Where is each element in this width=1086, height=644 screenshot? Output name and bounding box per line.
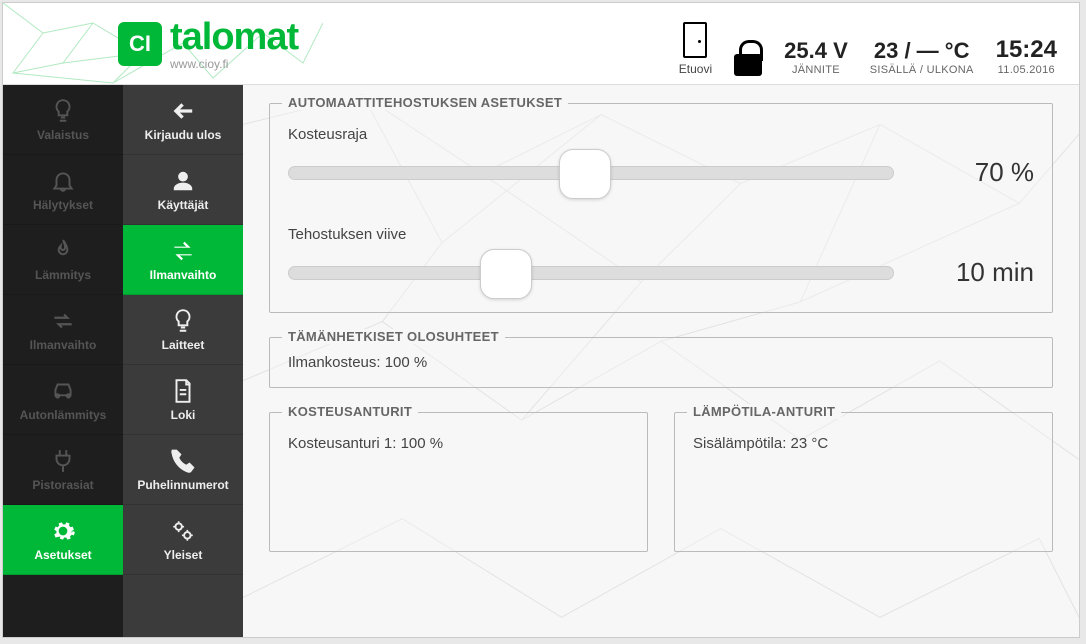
flame-icon <box>50 238 76 264</box>
door-status[interactable]: Etuovi <box>679 22 712 76</box>
humidity-sensor-1: Kosteusanturi 1: 100 % <box>288 435 629 452</box>
nav-label: Valaistus <box>37 128 89 142</box>
plug-icon <box>50 448 76 474</box>
slider-label: Kosteusraja <box>288 126 1034 143</box>
panel-auto-boost: AUTOMAATTITEHOSTUKSEN ASETUKSET Kosteusr… <box>269 103 1053 313</box>
nav-lammitys[interactable]: Lämmitys <box>3 225 123 295</box>
nav-devices[interactable]: Laitteet <box>123 295 243 365</box>
header: CI talomat www.cioy.fi Etuovi 25.4 V JÄN… <box>3 3 1079 85</box>
lock-status[interactable] <box>734 46 762 76</box>
nav-ilmanvaihto-left[interactable]: Ilmanvaihto <box>3 295 123 365</box>
sidebar-col-main: Valaistus Hälytykset Lämmitys Ilmanvaiht… <box>3 85 123 637</box>
slider-thumb[interactable] <box>559 149 611 199</box>
slider-track-humidity[interactable] <box>288 166 894 180</box>
nav-label: Ilmanvaihto <box>150 268 217 282</box>
temp-value: 23 / — °C <box>874 40 970 62</box>
nav-label: Autonlämmitys <box>20 408 107 422</box>
time-value: 15:24 <box>996 38 1057 62</box>
bulb-icon <box>50 98 76 124</box>
bulb-icon <box>170 308 196 334</box>
current-humidity: Ilmankosteus: 100 % <box>288 354 1034 371</box>
panel-title: TÄMÄNHETKISET OLOSUHTEET <box>282 329 505 344</box>
nav-log[interactable]: Loki <box>123 365 243 435</box>
arrow-left-icon <box>170 98 196 124</box>
nav-label: Ilmanvaihto <box>30 338 97 352</box>
logo-badge: CI <box>118 22 162 66</box>
document-icon <box>170 378 196 404</box>
panel-humidity-sensors: KOSTEUSANTURIT Kosteusanturi 1: 100 % <box>269 412 648 552</box>
voltage-label: JÄNNITE <box>792 64 840 76</box>
time-date: 11.05.2016 <box>998 64 1055 76</box>
slider-track-delay[interactable] <box>288 266 894 280</box>
nav-valaistus[interactable]: Valaistus <box>3 85 123 155</box>
gear-icon <box>50 518 76 544</box>
nav-label: Pistorasiat <box>32 478 93 492</box>
nav-pistorasiat[interactable]: Pistorasiat <box>3 435 123 505</box>
slider-delay: Tehostuksen viive 10 min <box>288 226 1034 288</box>
nav-label: Käyttäjät <box>158 198 209 212</box>
nav-label: Asetukset <box>34 548 91 562</box>
slider-value: 70 % <box>934 157 1034 188</box>
logo-text: talomat <box>170 16 298 59</box>
lock-icon <box>734 54 762 76</box>
slider-humidity: Kosteusraja 70 % <box>288 126 1034 188</box>
slider-thumb[interactable] <box>480 249 532 299</box>
nav-label: Lämmitys <box>35 268 91 282</box>
nav-autonlammitys[interactable]: Autonlämmitys <box>3 365 123 435</box>
panel-title: KOSTEUSANTURIT <box>282 404 418 419</box>
phone-icon <box>170 448 196 474</box>
door-icon <box>683 22 707 58</box>
voltage-value: 25.4 V <box>784 40 848 62</box>
panel-title: AUTOMAATTITEHOSTUKSEN ASETUKSET <box>282 95 568 110</box>
body: Valaistus Hälytykset Lämmitys Ilmanvaiht… <box>3 85 1079 637</box>
temp-label: SISÄLLÄ / ULKONA <box>870 64 974 76</box>
bell-icon <box>50 168 76 194</box>
app-window: CI talomat www.cioy.fi Etuovi 25.4 V JÄN… <box>2 2 1080 638</box>
nav-label: Puhelinnumerot <box>137 478 228 492</box>
car-icon <box>50 378 76 404</box>
slider-label: Tehostuksen viive <box>288 226 1034 243</box>
slider-value: 10 min <box>934 257 1034 288</box>
nav-asetukset[interactable]: Asetukset <box>3 505 123 575</box>
nav-ilmanvaihto[interactable]: Ilmanvaihto <box>123 225 243 295</box>
gears-icon <box>170 518 196 544</box>
cycle-icon <box>50 308 76 334</box>
nav-label: Laitteet <box>162 338 205 352</box>
nav-label: Kirjaudu ulos <box>145 128 222 142</box>
panel-temp-sensors: LÄMPÖTILA-ANTURIT Sisälämpötila: 23 °C <box>674 412 1053 552</box>
nav-halytykset[interactable]: Hälytykset <box>3 155 123 225</box>
nav-label: Yleiset <box>164 548 203 562</box>
clock: 15:24 11.05.2016 <box>996 38 1057 76</box>
nav-logout[interactable]: Kirjaudu ulos <box>123 85 243 155</box>
nav-label: Hälytykset <box>33 198 93 212</box>
panel-current: TÄMÄNHETKISET OLOSUHTEET Ilmankosteus: 1… <box>269 337 1053 388</box>
voltage-reading: 25.4 V JÄNNITE <box>784 40 848 76</box>
temp-sensor-indoor: Sisälämpötila: 23 °C <box>693 435 1034 452</box>
panel-title: LÄMPÖTILA-ANTURIT <box>687 404 841 419</box>
nav-general[interactable]: Yleiset <box>123 505 243 575</box>
sidebar-col-sub: Kirjaudu ulos Käyttäjät Ilmanvaihto Lait… <box>123 85 243 637</box>
nav-users[interactable]: Käyttäjät <box>123 155 243 225</box>
main-content: AUTOMAATTITEHOSTUKSEN ASETUKSET Kosteusr… <box>243 85 1079 637</box>
logo-url: www.cioy.fi <box>170 57 298 71</box>
user-icon <box>170 168 196 194</box>
nav-label: Loki <box>171 408 196 422</box>
logo: CI talomat www.cioy.fi <box>118 16 298 71</box>
temperature-reading: 23 / — °C SISÄLLÄ / ULKONA <box>870 40 974 76</box>
cycle-icon <box>170 238 196 264</box>
header-right: Etuovi 25.4 V JÄNNITE 23 / — °C SISÄLLÄ … <box>679 3 1079 84</box>
door-label: Etuovi <box>679 62 712 76</box>
sidebar: Valaistus Hälytykset Lämmitys Ilmanvaiht… <box>3 85 243 637</box>
nav-phone[interactable]: Puhelinnumerot <box>123 435 243 505</box>
